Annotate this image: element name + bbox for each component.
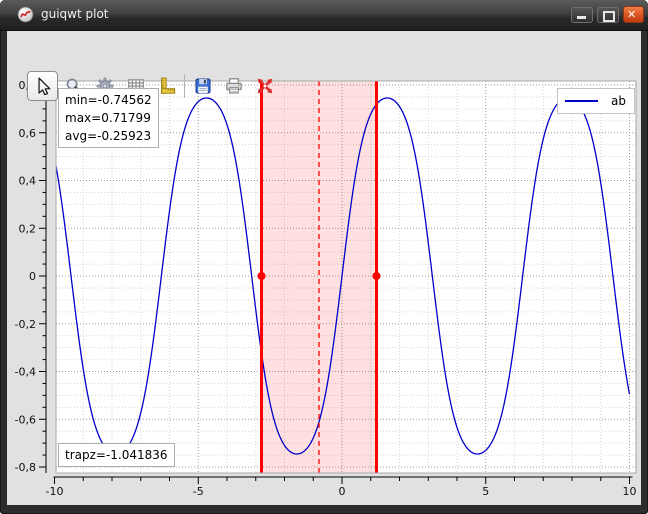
floppy-disk-icon [194, 78, 211, 94]
maximize-icon [603, 10, 615, 22]
maximize-button[interactable] [597, 6, 619, 23]
x-tick-label: -5 [193, 485, 204, 498]
toolbar-separator [184, 74, 185, 98]
guiqwt-logo-icon [17, 6, 34, 23]
stat-avg: avg=-0.25923 [65, 129, 152, 143]
y-tick-label: 0,6 [19, 127, 37, 140]
stat-max: max=0.71799 [65, 111, 151, 125]
trapz-value: trapz=-1.041836 [65, 448, 168, 462]
select-tool-button[interactable] [27, 71, 58, 101]
window-title: guiqwt plot [41, 7, 109, 21]
titlebar[interactable]: guiqwt plot ✕ [0, 0, 648, 31]
ruler-icon [160, 77, 175, 94]
stats-label: min=-0.74562 max=0.71799 avg=-0.25923 [58, 88, 159, 148]
y-tick-label: 0,4 [19, 175, 37, 188]
legend-line-sample [565, 100, 598, 102]
range-handle-right[interactable] [372, 272, 381, 280]
close-icon: ✕ [627, 8, 637, 21]
minimize-icon [577, 15, 586, 19]
close-button[interactable]: ✕ [623, 6, 644, 23]
app-window: 0,80,60,40,20-0,2-0,4-0,6-0,8-10-50510 m… [0, 0, 648, 514]
auto-fit-button[interactable] [249, 71, 280, 101]
y-tick-label: -0,8 [15, 461, 36, 474]
save-button[interactable] [187, 71, 218, 101]
legend-entry-label: ab [611, 94, 626, 108]
legend[interactable]: ab [557, 88, 635, 114]
red-move-arrows-icon [257, 78, 272, 94]
print-button[interactable] [218, 71, 249, 101]
y-tick-label: 0,2 [19, 222, 37, 235]
x-tick-label: 5 [482, 485, 489, 498]
x-tick-label: 10 [623, 485, 637, 498]
range-handle-left[interactable] [257, 272, 266, 280]
y-tick-label: -0,6 [15, 413, 36, 426]
window-controls: ✕ [571, 6, 644, 23]
stat-min: min=-0.74562 [65, 93, 152, 107]
trapz-label: trapz=-1.041836 [58, 443, 175, 467]
x-tick-label: 0 [339, 485, 346, 498]
y-tick-label: -0,2 [15, 318, 36, 331]
x-tick-label: -10 [46, 485, 64, 498]
printer-icon [225, 78, 242, 94]
y-tick-label: -0,4 [15, 366, 36, 379]
cursor-arrow-icon [37, 77, 50, 95]
minimize-button[interactable] [571, 6, 593, 23]
y-tick-label: 0 [29, 270, 36, 283]
